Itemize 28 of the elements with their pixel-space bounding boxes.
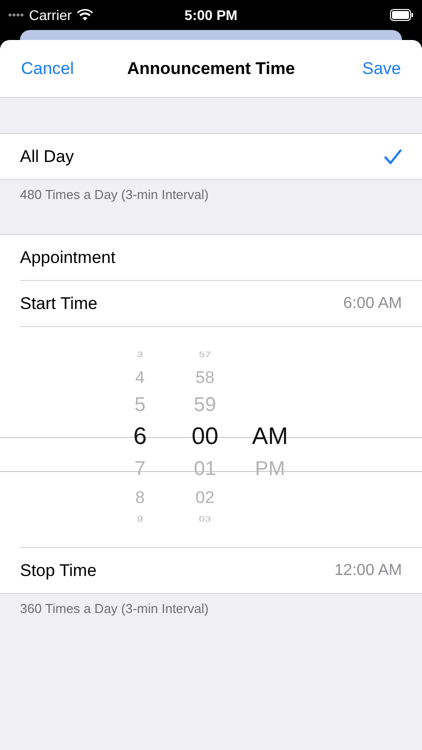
row-value: 12:00 AM [334,562,402,580]
row-label: Stop Time [20,560,97,580]
row-label: Appointment [20,248,116,268]
picker-option[interactable]: 01 [194,459,216,479]
picker-option[interactable]: 8 [135,488,145,506]
picker-option[interactable]: 7 [134,459,146,479]
row-label: All Day [20,146,74,166]
battery-icon [390,9,414,21]
picker-option[interactable]: 5 [134,395,146,415]
save-button[interactable]: Save [362,58,401,78]
row-label: Start Time [20,294,98,314]
status-time: 5:00 PM [184,7,238,23]
sheet-title: Announcement Time [127,58,295,78]
picker-option[interactable]: AM [252,425,288,449]
section-footer: 480 Times a Day (3-min Interval) [20,187,209,202]
picker-option[interactable]: 58 [196,368,214,386]
section-footer: 360 Times a Day (3-min Interval) [20,601,209,616]
picker-option[interactable]: 02 [196,488,214,506]
row-value: 6:00 AM [343,294,402,312]
cancel-button[interactable]: Cancel [21,58,74,78]
picker-option[interactable]: 6 [133,425,147,449]
picker-option[interactable]: 00 [192,425,218,449]
picker-option[interactable]: PM [255,459,285,479]
wifi-icon [76,9,93,21]
carrier-name: Carrier [29,7,72,23]
signal-icon [8,13,24,17]
picker-option[interactable]: 4 [135,368,145,386]
picker-option[interactable]: 59 [194,395,216,415]
